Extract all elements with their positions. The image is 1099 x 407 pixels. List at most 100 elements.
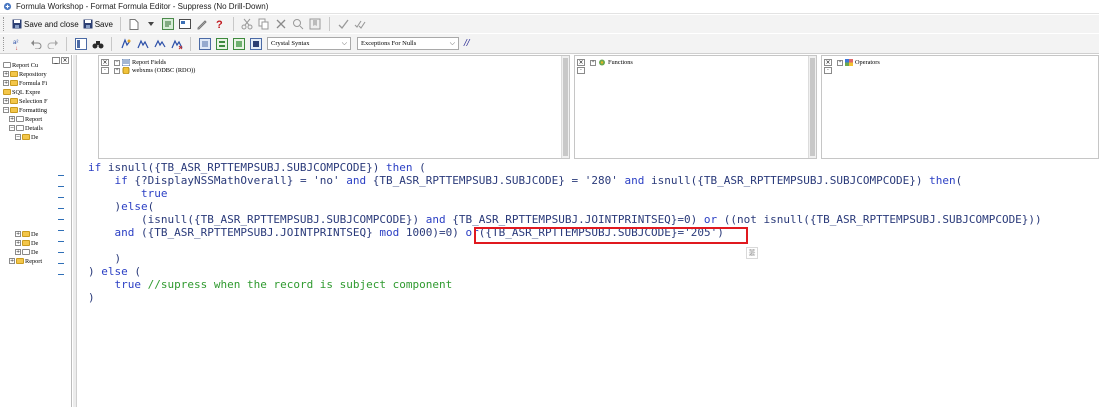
collapse-icon[interactable]: − (9, 125, 15, 131)
code-line[interactable]: if {?DisplayNSSMathOverall} = 'no' and {… (88, 174, 963, 187)
code-line[interactable]: true (88, 187, 168, 200)
redo-icon[interactable] (45, 36, 60, 51)
comment-button[interactable]: // (464, 38, 470, 49)
bookmark-icon[interactable] (308, 17, 323, 32)
code-line[interactable]: (isnull({TB_ASR_RPTTEMPSUBJ.SUBJCOMPCODE… (88, 213, 1042, 226)
collapse-icon[interactable]: − (15, 134, 21, 140)
bookmark-toggle-icon[interactable] (118, 36, 133, 51)
fields-scrollbar[interactable] (561, 56, 569, 158)
expand-icon[interactable]: + (3, 80, 9, 86)
expand-icon[interactable]: + (3, 98, 9, 104)
expand-icon[interactable]: + (114, 67, 120, 74)
tree-item[interactable]: SQL Expre (3, 88, 40, 96)
expand-icon[interactable]: + (9, 116, 15, 122)
expand-icon[interactable]: + (15, 249, 21, 255)
check-icon[interactable] (336, 17, 351, 32)
code-line[interactable]: ) else ( (88, 265, 141, 278)
sort-icon[interactable]: a² ↓ (11, 36, 26, 51)
code-line[interactable]: if isnull({TB_ASR_RPTTEMPSUBJ.SUBJCOMPCO… (88, 161, 426, 174)
svg-text:↓: ↓ (15, 46, 18, 50)
title-bar: Formula Workshop - Format Formula Editor… (0, 0, 1099, 14)
toggle-panel-icon[interactable] (73, 36, 88, 51)
code-text: ) (88, 265, 102, 278)
close-icon[interactable]: × (577, 59, 585, 66)
sort-tree-icon[interactable] (197, 36, 212, 51)
dropdown-arrow-icon[interactable] (144, 17, 159, 32)
tree-item[interactable]: + Report (9, 115, 42, 123)
toolbar-row-2: a² ↓ Crystal Syntax ⌵ Exceptions For Null… (0, 34, 1099, 54)
tree-item[interactable]: + De (15, 239, 38, 247)
tree-item[interactable]: − Formatting (3, 106, 47, 114)
toolbar-grip[interactable] (3, 36, 6, 51)
functions-scrollbar[interactable] (808, 56, 816, 158)
tree-item[interactable]: + De (15, 248, 38, 256)
binoculars-icon[interactable] (90, 36, 105, 51)
new-formula-icon[interactable] (127, 17, 142, 32)
code-line[interactable]: ) (88, 291, 95, 304)
previous-bookmark-icon[interactable] (152, 36, 167, 51)
close-icon[interactable]: × (61, 57, 69, 64)
pin-icon[interactable]: · (824, 67, 832, 74)
show-fields-icon[interactable] (214, 36, 229, 51)
check-all-icon[interactable] (353, 17, 368, 32)
delete-icon[interactable] (274, 17, 289, 32)
show-operators-icon[interactable] (248, 36, 263, 51)
minimize-icon[interactable]: _ (52, 57, 60, 64)
toggle-properties-icon[interactable] (178, 17, 193, 32)
tree-item-operators[interactable]: + Operators (837, 59, 880, 66)
find-icon[interactable] (291, 17, 306, 32)
tree-item-datasource[interactable]: + webxms (ODBC (RDO)) (114, 67, 195, 74)
code-text: {TB_ASR_RPTTEMPSUBJ.JOINTPRINTSEQ}=0) (445, 213, 704, 226)
toggle-tree-icon[interactable] (161, 17, 176, 32)
functions-label: Functions (608, 59, 633, 66)
code-line[interactable]: true //supress when the record is subjec… (88, 278, 453, 291)
folder-icon (10, 98, 18, 104)
collapse-icon[interactable]: − (3, 107, 9, 113)
code-text: isnull({TB_ASR_RPTTEMPSUBJ.SUBJCOMPCODE}… (107, 161, 387, 174)
code-keyword: and (624, 174, 645, 187)
nulls-select[interactable]: Exceptions For Nulls ⌵ (357, 37, 459, 50)
tree-item-report-fields[interactable]: − Report Fields (114, 59, 166, 66)
code-text: ) (114, 252, 122, 265)
clear-bookmarks-icon[interactable] (169, 36, 184, 51)
tree-item-functions[interactable]: + Functions (590, 59, 633, 66)
pin-icon[interactable]: · (101, 67, 109, 74)
tree-item[interactable]: − De (15, 133, 38, 141)
next-bookmark-icon[interactable] (135, 36, 150, 51)
tree-item[interactable]: + De (15, 230, 38, 238)
expand-icon[interactable]: + (15, 240, 21, 246)
tree-item[interactable]: − Details (9, 124, 43, 132)
code-text: ( (955, 174, 963, 187)
code-line[interactable]: ) (88, 252, 122, 265)
tree-item[interactable]: + Selection F (3, 97, 48, 105)
code-line[interactable]: )else( (88, 200, 155, 213)
close-icon[interactable]: × (101, 59, 109, 66)
formula-editor[interactable]: if isnull({TB_ASR_RPTTEMPSUBJ.SUBJCOMPCO… (78, 159, 1099, 407)
expand-icon[interactable]: + (590, 59, 596, 66)
expand-icon[interactable]: + (9, 258, 15, 264)
report-fields-icon (122, 59, 130, 66)
tree-item[interactable]: + Formula Fi (3, 79, 47, 87)
toolbar-grip[interactable] (3, 17, 6, 31)
tree-item[interactable]: Report Cu (3, 61, 38, 69)
expand-icon[interactable]: + (3, 71, 9, 77)
cut-icon[interactable] (240, 17, 255, 32)
undo-icon[interactable] (28, 36, 43, 51)
expand-icon[interactable]: + (15, 231, 21, 237)
panel-splitter[interactable] (73, 55, 77, 407)
tree-item[interactable]: + Repository (3, 70, 47, 78)
save-and-close-button[interactable]: Save and close (10, 17, 81, 32)
copy-icon[interactable] (257, 17, 272, 32)
help-icon[interactable]: ? (212, 17, 227, 32)
collapse-icon[interactable]: − (114, 59, 120, 66)
show-functions-icon[interactable] (231, 36, 246, 51)
syntax-select[interactable]: Crystal Syntax ⌵ (267, 37, 351, 50)
save-button[interactable]: Save (81, 17, 115, 32)
close-icon[interactable]: × (824, 59, 832, 66)
tree-item[interactable]: + Report (9, 257, 42, 265)
operators-panel: × · + Operators (821, 55, 1099, 159)
expand-icon[interactable]: + (837, 59, 843, 66)
code-comment: //supress when the record is subject com… (141, 278, 453, 291)
pin-icon[interactable]: · (577, 67, 585, 74)
use-editor-icon[interactable] (195, 17, 210, 32)
